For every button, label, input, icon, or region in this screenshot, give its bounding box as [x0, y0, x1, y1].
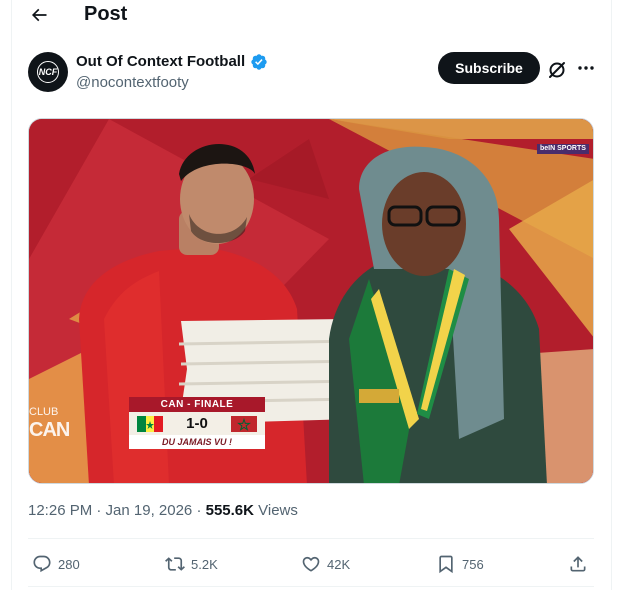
media-illustration: [29, 119, 593, 483]
divider-top: [28, 538, 594, 539]
post-author-row: NCF Out Of Context Football @nocontextfo…: [28, 50, 598, 94]
column-border-left: [11, 0, 12, 590]
more-button[interactable]: [574, 58, 598, 78]
heart-icon: [302, 556, 320, 572]
senegal-flag-icon: [137, 416, 163, 432]
subscribe-button[interactable]: Subscribe: [438, 52, 540, 84]
top-bar: Post: [0, 0, 622, 34]
column-border-right: [611, 0, 612, 590]
bookmark-button[interactable]: 756: [436, 548, 484, 580]
scoreboard-caption: DU JAMAIS VU !: [129, 435, 265, 449]
like-button[interactable]: 42K: [301, 548, 350, 580]
repost-count: 5.2K: [191, 556, 218, 572]
overlay-club-text: CLUB: [29, 406, 59, 418]
page-title: Post: [84, 3, 128, 25]
morocco-flag-icon: [231, 416, 257, 432]
post-actions-bar: 280 5.2K 42K 756: [28, 548, 594, 580]
reply-count: 280: [58, 556, 80, 572]
grok-icon[interactable]: [545, 58, 569, 82]
scoreboard-graphic: CAN - FINALE 1-0 DU JAMAIS VU !: [129, 397, 265, 451]
views-label: Views: [253, 502, 298, 519]
scoreboard-title: CAN - FINALE: [129, 397, 265, 412]
bookmark-icon: [439, 555, 453, 574]
author-handle[interactable]: @nocontextfooty: [76, 74, 189, 91]
avatar[interactable]: NCF: [28, 52, 68, 92]
repost-button[interactable]: 5.2K: [165, 548, 218, 580]
broadcaster-logo: beIN SPORTS: [537, 144, 589, 154]
like-count: 42K: [327, 556, 351, 572]
author-display-name[interactable]: Out Of Context Football: [76, 53, 245, 70]
reply-button[interactable]: 280: [32, 548, 80, 580]
bookmark-count: 756: [462, 556, 484, 572]
avatar-logo: NCF: [37, 61, 59, 83]
scoreboard-score: 1-0: [186, 415, 208, 432]
back-button[interactable]: [24, 2, 54, 28]
reply-icon: [33, 555, 51, 573]
overlay-can-text: CAN: [29, 419, 70, 441]
divider-bottom: [28, 586, 594, 587]
more-icon: [578, 66, 594, 70]
post-media-photo[interactable]: beIN SPORTS CLUB CAN CAN - FINALE 1-0 DU…: [28, 118, 594, 484]
arrow-left-icon: [31, 8, 47, 22]
post-meta: 12:26 PM · Jan 19, 2026 · 555.6K Views: [28, 502, 298, 519]
views-count: 555.6K: [205, 502, 254, 519]
verified-badge-icon[interactable]: [250, 53, 268, 71]
share-button[interactable]: [568, 548, 588, 580]
share-icon: [570, 556, 586, 572]
scoreboard-score-row: 1-0: [129, 412, 265, 435]
post-timestamp[interactable]: 12:26 PM · Jan 19, 2026 ·: [28, 502, 206, 519]
repost-icon: [165, 557, 185, 571]
